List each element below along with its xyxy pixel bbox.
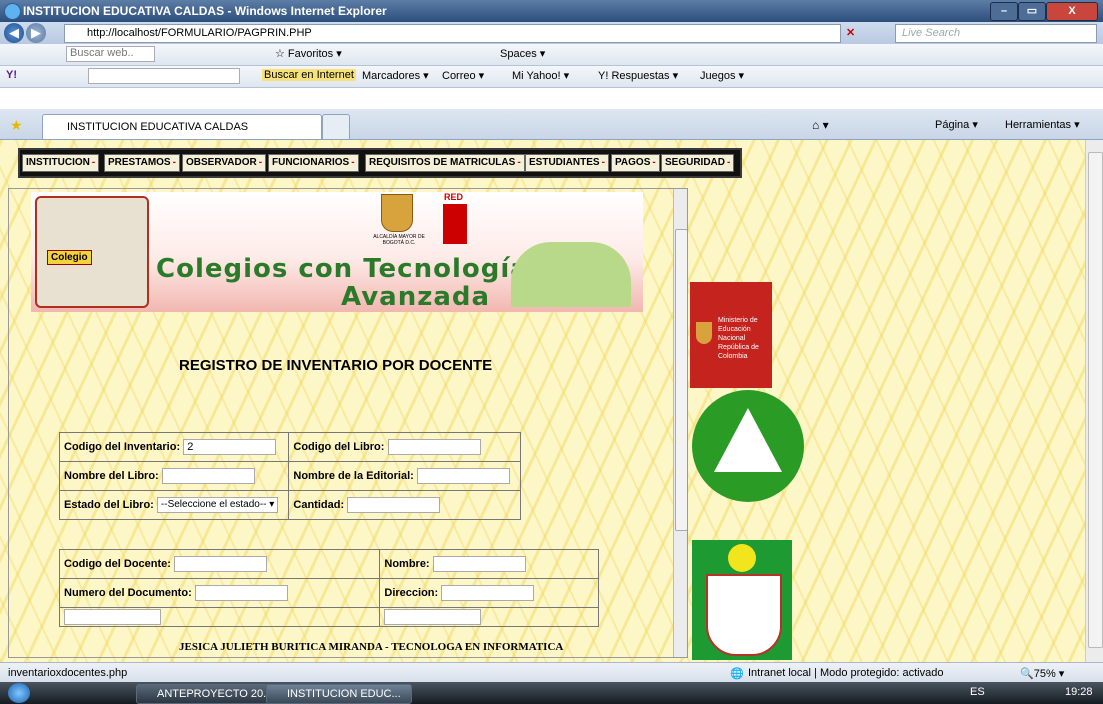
url-text: http://localhost/FORMULARIO/PAGPRIN.PHP	[87, 27, 312, 39]
menu-observador[interactable]: OBSERVADOR -	[182, 154, 267, 172]
menu-requisitos[interactable]: REQUISITOS DE MATRICULAS -	[365, 154, 525, 172]
colombia-shield-icon	[696, 322, 712, 344]
tab-row: ★ INSTITUCION EDUCATIVA CALDAS ⌂ ▾ Págin…	[0, 109, 1103, 140]
municipal-crest-logo	[692, 540, 792, 660]
home-icon[interactable]: ⌂ ▾	[812, 118, 829, 132]
ministerio-logo: Ministerio de Educación Nacional Repúbli…	[690, 282, 772, 388]
content-frame: Colegio ALCALDÍA MAYOR DE BOGOTÁ D.C. RE…	[8, 188, 688, 658]
maximize-button[interactable]: ▭	[1018, 2, 1046, 21]
minimize-button[interactable]: –	[990, 2, 1018, 21]
menu-estudiantes[interactable]: ESTUDIANTES -	[525, 154, 609, 172]
respuestas-button[interactable]: Y! Respuestas ▾	[598, 69, 678, 82]
buscar-internet-button[interactable]: Buscar en Internet	[262, 69, 356, 81]
globe-icon: 🌐	[730, 668, 744, 680]
status-bar: inventarioxdocentes.php 🌐 Intranet local…	[0, 662, 1103, 683]
toolbar-row-2: Y! Buscar en Internet Marcadores ▾ Corre…	[0, 66, 1103, 88]
teacher-form: Codigo del Docente: Nombre: Numero del D…	[58, 549, 599, 627]
crest-shield-icon	[706, 574, 782, 656]
live-search-input[interactable]: Live Search	[895, 24, 1097, 43]
address-row: ◀ ▶ http://localhost/FORMULARIO/PAGPRIN.…	[0, 22, 1103, 44]
codigo-inventario-input[interactable]: 2	[183, 439, 277, 455]
nombre-docente-input[interactable]	[432, 556, 526, 572]
main-menu: INSTITUCION - PRESTAMOS - OBSERVADOR - FUNC…	[18, 148, 742, 178]
mi-yahoo-button[interactable]: Mi Yahoo! ▾	[512, 69, 569, 82]
marcadores-button[interactable]: Marcadores ▾	[362, 69, 429, 82]
bogota-crest-icon	[381, 194, 413, 232]
extra-field-input[interactable]	[64, 609, 161, 625]
security-zone: Intranet local | Modo protegido: activad…	[748, 667, 944, 679]
menu-seguridad[interactable]: SEGURIDAD -	[661, 154, 735, 172]
title-bar: INSTITUCION EDUCATIVA CALDAS - Windows I…	[0, 0, 1103, 22]
page-content: INSTITUCION - PRESTAMOS - OBSERVADOR - FUNC…	[0, 140, 1085, 662]
tab-institucion[interactable]: INSTITUCION EDUCATIVA CALDAS	[42, 114, 322, 139]
ie-icon	[4, 3, 21, 20]
herramientas-menu[interactable]: Herramientas ▾	[1005, 118, 1080, 131]
colegio-sign: Colegio	[47, 250, 92, 265]
extra-textarea[interactable]	[384, 609, 482, 625]
menu-institucion[interactable]: INSTITUCION -	[22, 154, 100, 172]
yahoo-icon[interactable]: Y!	[6, 69, 17, 81]
cantidad-input[interactable]	[347, 497, 441, 513]
school-building-illustration	[511, 242, 631, 307]
status-url: inventarioxdocentes.php	[8, 667, 128, 679]
correo-button[interactable]: Correo ▾	[442, 69, 484, 82]
banner: Colegio ALCALDÍA MAYOR DE BOGOTÁ D.C. RE…	[31, 192, 643, 312]
pagina-menu[interactable]: Página ▾	[935, 118, 978, 131]
menu-funcionarios[interactable]: FUNCIONARIOS -	[268, 154, 359, 172]
start-button[interactable]	[8, 683, 30, 703]
menu-pagos[interactable]: PAGOS -	[611, 154, 660, 172]
task-institucion[interactable]: INSTITUCION EDUC...	[266, 684, 412, 704]
spaces-button[interactable]: Spaces ▾	[500, 47, 545, 60]
numero-documento-input[interactable]	[194, 585, 288, 601]
favoritos-button[interactable]: ☆ Favoritos ▾	[275, 47, 342, 60]
red-logo: RED	[444, 192, 464, 202]
codigo-libro-input[interactable]	[387, 439, 481, 455]
book-form: Codigo del Inventario: 2 Codigo del Libr…	[58, 432, 521, 520]
new-tab-button[interactable]	[322, 114, 350, 139]
clock[interactable]: 19:28	[1065, 686, 1093, 698]
red-p-logo	[443, 204, 467, 244]
banner-line-1: Colegios con Tecnología	[156, 254, 529, 284]
codigo-docente-input[interactable]	[174, 556, 268, 572]
zoom-level[interactable]: 🔍75% ▾	[1020, 667, 1064, 680]
frame-scroll-thumb[interactable]	[675, 229, 687, 531]
alcaldia-text: ALCALDÍA MAYOR DE BOGOTÁ D.C.	[373, 234, 425, 246]
triangle-emblem-icon	[714, 408, 782, 472]
back-button[interactable]: ◀	[4, 23, 24, 43]
page-scroll-thumb[interactable]	[1088, 152, 1103, 648]
frame-scrollbar[interactable]	[673, 189, 687, 657]
footer-credit: JESICA JULIETH BURITICA MIRANDA - TECNOL…	[179, 641, 564, 653]
nombre-libro-input[interactable]	[161, 468, 255, 484]
taskbar: ANTEPROYECTO 20... INSTITUCION EDUC... E…	[0, 682, 1103, 704]
school-illustration: Colegio	[35, 196, 149, 308]
juegos-button[interactable]: Juegos ▾	[700, 69, 744, 82]
sun-icon	[728, 544, 756, 572]
school-emblem-logo	[692, 390, 804, 502]
form-title: REGISTRO DE INVENTARIO POR DOCENTE	[179, 357, 493, 374]
buscar-web-input[interactable]: Buscar web..	[66, 46, 155, 62]
forward-button[interactable]: ▶	[26, 23, 46, 43]
estado-libro-select[interactable]: --Seleccione el estado-- ▾	[156, 497, 279, 513]
favorites-star-icon[interactable]: ★	[10, 117, 23, 134]
task-anteproyecto[interactable]: ANTEPROYECTO 20...	[136, 684, 278, 704]
address-field[interactable]: http://localhost/FORMULARIO/PAGPRIN.PHP	[64, 24, 841, 43]
page-scrollbar[interactable]	[1085, 140, 1103, 662]
language-indicator[interactable]: ES	[970, 686, 985, 698]
toolbar-row-1: Buscar web.. ☆ Favoritos ▾ Spaces ▾	[0, 44, 1103, 66]
window-title: INSTITUCION EDUCATIVA CALDAS - Windows I…	[23, 4, 387, 18]
banner-line-2: Avanzada	[341, 282, 491, 312]
yahoo-search-input[interactable]	[88, 68, 240, 84]
nombre-editorial-input[interactable]	[416, 468, 510, 484]
menu-prestamos[interactable]: PRESTAMOS -	[104, 154, 180, 172]
direccion-input[interactable]	[441, 585, 535, 601]
stop-icon[interactable]: ✕	[846, 26, 855, 39]
close-button[interactable]: X	[1046, 2, 1098, 21]
